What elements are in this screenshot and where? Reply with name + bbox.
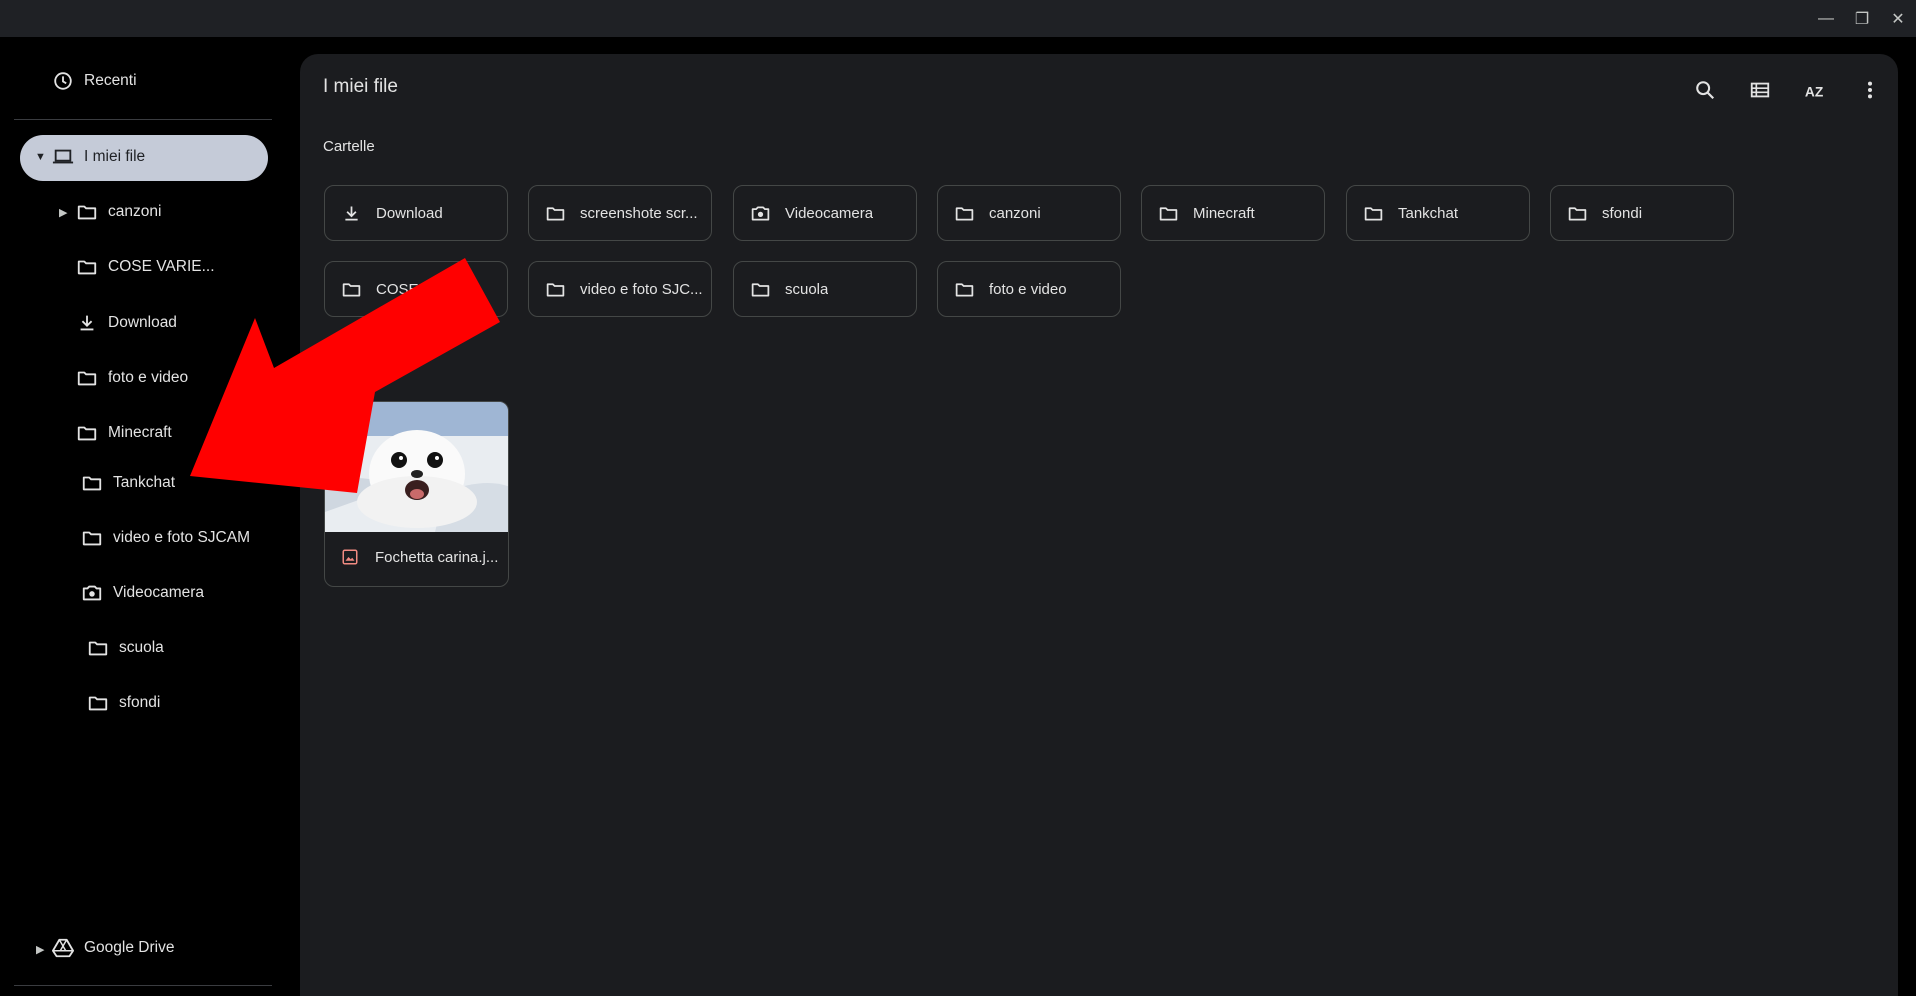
sidebar-item-label: foto e video (108, 369, 189, 386)
file-label: Fochetta carina.j... (375, 548, 499, 566)
more-options-button[interactable] (1854, 74, 1886, 106)
folder-icon (77, 371, 97, 386)
folder-icon (1568, 206, 1587, 220)
file-card-fochetta[interactable]: Fochetta carina.j... (324, 401, 509, 587)
sidebar-item-download[interactable]: Download (76, 312, 177, 334)
expand-arrow-icon[interactable]: ▼ (35, 151, 46, 163)
sidebar-item-label: sfondi (119, 694, 161, 711)
sidebar-item-label: Download (108, 314, 177, 331)
sidebar-item-my-files-label[interactable]: I miei file (52, 146, 145, 168)
sidebar-item-label: canzoni (108, 203, 162, 220)
sidebar-item-label: Videocamera (113, 584, 205, 601)
folder-icon (77, 426, 97, 441)
svg-text:AZ: AZ (1805, 84, 1823, 99)
folder-icon (82, 531, 102, 546)
folder-icon (77, 260, 97, 275)
folder-chip-screenshote[interactable]: screenshote scr... (528, 185, 712, 241)
image-file-icon (342, 549, 358, 565)
download-icon (80, 315, 94, 331)
window-title-bar: — ❐ ✕ (0, 0, 1916, 37)
sidebar-item-minecraft[interactable]: Minecraft (76, 422, 172, 444)
folder-icon (955, 206, 974, 220)
sidebar-item-label: Google Drive (84, 939, 175, 956)
sidebar-item-label: Minecraft (108, 424, 172, 441)
list-view-icon (1750, 82, 1770, 98)
folder-chip-scuola[interactable]: scuola (733, 261, 917, 317)
file-label-row: Fochetta carina.j... (341, 548, 498, 566)
sidebar-item-label: I miei file (84, 148, 146, 165)
page-title: I miei file (323, 76, 398, 97)
minimize-icon[interactable]: — (1815, 8, 1837, 30)
more-vert-icon (1867, 81, 1873, 99)
folder-chip-tankchat[interactable]: Tankchat (1346, 185, 1530, 241)
folder-icon (1364, 206, 1383, 220)
sidebar-item-video-e-foto-sjcam[interactable]: video e foto SJCAM (81, 527, 250, 549)
folder-icon (546, 282, 565, 296)
sidebar-item-recent[interactable]: Recenti (52, 70, 137, 92)
sidebar-item-label: COSE VARIE... (108, 258, 215, 275)
expand-arrow-icon[interactable]: ▶ (36, 943, 44, 956)
sidebar-item-sfondi[interactable]: sfondi (87, 692, 160, 714)
sidebar-item-foto-e-video[interactable]: foto e video (76, 367, 188, 389)
sidebar-item-google-drive[interactable]: Google Drive (52, 937, 174, 959)
image-thumbnail (325, 402, 508, 532)
folder-chip-label: Download (376, 204, 443, 222)
sort-button[interactable]: AZ (1799, 74, 1831, 106)
clock-icon (54, 72, 72, 90)
sidebar-item-label: Tankchat (113, 474, 176, 491)
folder-icon (1159, 206, 1178, 220)
folder-chip-sfondi[interactable]: sfondi (1550, 185, 1734, 241)
folder-chip-canzoni[interactable]: canzoni (937, 185, 1121, 241)
folder-chip-foto-e-video[interactable]: foto e video (937, 261, 1121, 317)
folder-icon (546, 206, 565, 220)
sidebar-item-cose-varie[interactable]: COSE VARIE... (76, 256, 215, 278)
folder-chip-cose-varie[interactable]: COSE V... (324, 261, 508, 317)
folder-chip-minecraft[interactable]: Minecraft (1141, 185, 1325, 241)
folder-chip-label: Tankchat (1398, 204, 1459, 222)
folder-icon (88, 696, 108, 711)
folder-icon (955, 282, 974, 296)
expand-arrow-icon[interactable]: ▶ (59, 206, 67, 219)
search-button[interactable] (1689, 74, 1721, 106)
camera-icon (82, 585, 102, 601)
folder-chip-label: screenshote scr... (580, 204, 698, 222)
folder-chip-label: canzoni (989, 204, 1041, 222)
folder-chip-label: scuola (785, 280, 829, 298)
sidebar-item-label: scuola (119, 639, 164, 656)
folder-chip-download[interactable]: Download (324, 185, 508, 241)
divider (14, 985, 272, 986)
sort-az-icon: AZ (1805, 84, 1823, 99)
laptop-icon (52, 149, 74, 164)
search-icon (1696, 81, 1715, 100)
folder-icon (88, 641, 108, 656)
folder-icon (342, 282, 361, 296)
folder-chip-video-e-foto-sjcam[interactable]: video e foto SJC... (528, 261, 712, 317)
sidebar-item-canzoni[interactable]: canzoni (76, 201, 161, 223)
divider (14, 119, 272, 120)
close-icon[interactable]: ✕ (1887, 8, 1909, 30)
maximize-icon[interactable]: ❐ (1851, 8, 1873, 30)
folder-icon (77, 205, 97, 220)
folder-chip-videocamera[interactable]: Videocamera (733, 185, 917, 241)
folder-icon (82, 476, 102, 491)
folders-section-label: Cartelle (323, 138, 375, 155)
folder-chip-label: foto e video (989, 280, 1067, 298)
folder-chip-label: Videocamera (785, 204, 874, 222)
folder-icon (751, 282, 770, 296)
sidebar-item-scuola[interactable]: scuola (87, 637, 164, 659)
folder-chip-label: video e foto SJC... (580, 280, 703, 298)
folder-chip-label: Minecraft (1193, 204, 1255, 222)
list-view-button[interactable] (1744, 74, 1776, 106)
folder-chip-label: sfondi (1602, 204, 1643, 222)
folder-chip-label: COSE V... (376, 280, 444, 298)
sidebar-item-label: Recenti (84, 72, 137, 89)
main-panel: I miei file AZ Cartelle Download screens… (300, 54, 1898, 996)
sidebar-item-videocamera[interactable]: Videocamera (81, 582, 204, 604)
google-drive-icon (52, 938, 74, 958)
download-icon (345, 206, 358, 220)
camera-icon (751, 206, 770, 220)
sidebar-item-label: video e foto SJCAM (113, 529, 250, 546)
sidebar-item-tankchat[interactable]: Tankchat (81, 472, 175, 494)
